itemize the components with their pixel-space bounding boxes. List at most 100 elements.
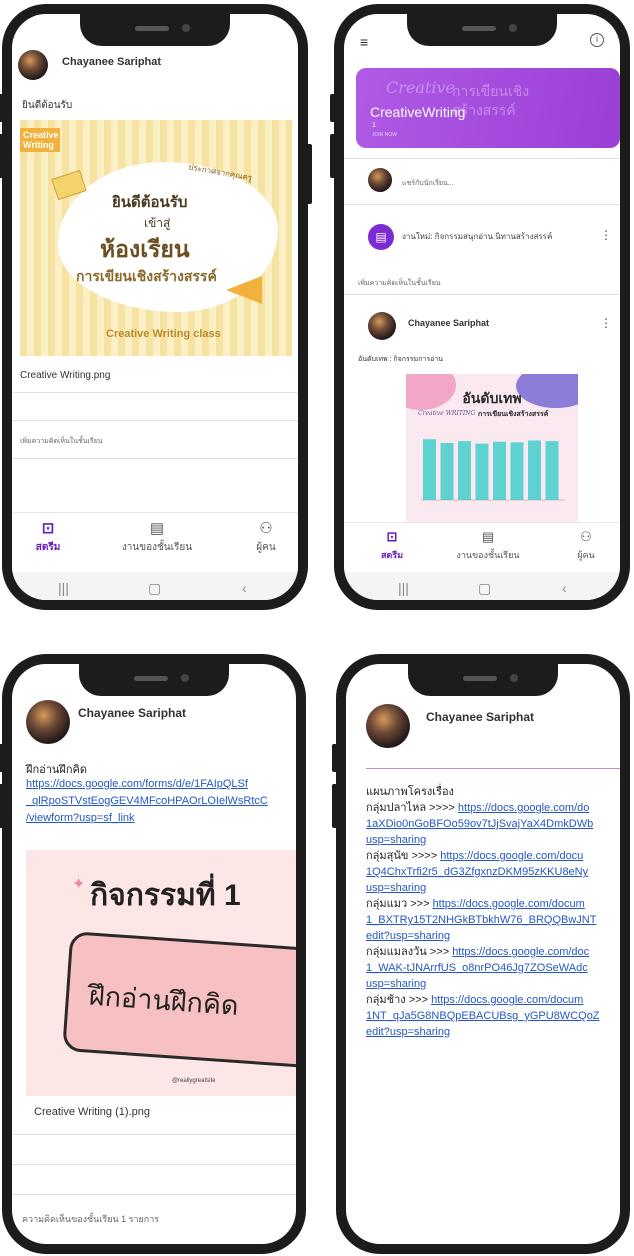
screen-3: Chayanee Sariphat ฝึกอ่านฝึกคิด https://…	[12, 664, 296, 1244]
poster-line-4: การเขียนเชิงสร้างสรรค์	[76, 268, 217, 284]
poster-line-3: ห้องเรียน	[100, 236, 190, 262]
chart-subtitle: การเขียนเชิงสร้างสรรค์	[478, 411, 549, 418]
recents-icon[interactable]: |||	[58, 580, 69, 596]
activity-title: กิจกรรมที่ 1	[90, 879, 241, 912]
assignment-icon: ▤	[368, 224, 394, 250]
chart-title: อันดับเทพ	[462, 390, 522, 406]
chart-bar	[510, 442, 524, 500]
bottom-nav: ⊡ สตรีม ▤ งานของชั้นเรียน ⚇ ผู้คน	[344, 522, 620, 572]
post-heading: แผนภาพโครงเรื่อง	[366, 786, 454, 798]
clipboard-icon: ▤	[149, 520, 165, 537]
people-icon: ⚇	[580, 529, 592, 544]
banner-tag: JOIN NOW	[372, 132, 397, 138]
group-link[interactable]: https://docs.google.com/docum	[431, 994, 583, 1006]
comments-count[interactable]: ความคิดเห็นของชั้นเรียน 1 รายการ	[22, 1212, 159, 1226]
group-link[interactable]: https://docs.google.com/docum	[433, 898, 585, 910]
avatar[interactable]	[18, 50, 48, 80]
activity-card: ฝึกอ่านฝึกคิด	[62, 931, 296, 1069]
avatar[interactable]	[368, 168, 392, 192]
group-label: กลุ่มแมว >>>	[366, 898, 433, 910]
back-icon[interactable]: ‹	[242, 580, 247, 596]
group-label: กลุ่มแมลงวัน >>>	[366, 946, 453, 958]
chart-bar	[528, 440, 541, 500]
post-author: Chayanee Sariphat	[426, 710, 535, 724]
comment-field[interactable]: เพิ่มความคิดเห็นในชั้นเรียน	[20, 436, 103, 447]
assignment-title[interactable]: งานใหม่: กิจกรรมสนุกอ่าน นิทานสร้างสรรค์	[402, 230, 552, 243]
chart-bar	[493, 441, 506, 500]
post-text: อันดับเทพ : กิจกรรมการอ่าน	[358, 356, 443, 363]
attachment-name[interactable]: Creative Writing (1).png	[34, 1106, 150, 1118]
activity-credit: @reallygreatsite	[172, 1078, 216, 1084]
post-image-activity[interactable]: ✦ กิจกรรมที่ 1 ฝึกอ่านฝึกคิด @reallygrea…	[26, 850, 296, 1096]
group-label: กลุ่มปลาไหล >>>>	[366, 802, 458, 814]
phone-frame-4: Chayanee Sariphat แผนภาพโครงเรื่อง กลุ่ม…	[332, 654, 630, 1254]
more-icon[interactable]: ⋮	[600, 316, 612, 330]
nav-classwork[interactable]: ▤ งานของชั้นเรียน	[448, 529, 528, 562]
group-link[interactable]: https://docs.google.com/docu	[440, 850, 583, 862]
add-comment[interactable]: เพิ่มความคิดเห็นในชั้นเรียน	[358, 278, 441, 289]
form-link[interactable]: https://docs.google.com/forms/d/e/1FAIpQ…	[26, 776, 268, 827]
phone-frame-3: Chayanee Sariphat ฝึกอ่านฝึกคิด https://…	[0, 654, 306, 1254]
people-icon: ⚇	[259, 520, 273, 537]
class-number: 1	[372, 122, 376, 129]
group-item: กลุ่มช้าง >>> https://docs.google.com/do…	[366, 992, 600, 1008]
nav-people[interactable]: ⚇ ผู้คน	[244, 521, 288, 555]
screen-2: ≡ i Creative การเขียนเชิงสร้างสรรค์ Crea…	[344, 14, 620, 600]
divider-line	[366, 768, 620, 769]
stream-icon: ⊡	[41, 520, 55, 537]
group-item: กลุ่มปลาไหล >>>> https://docs.google.com…	[366, 800, 600, 816]
group-link[interactable]: usp=sharing	[366, 976, 600, 992]
avatar[interactable]	[366, 704, 410, 748]
nav-stream[interactable]: ⊡ สตรีม	[26, 521, 70, 555]
sparkle-icon: ✦	[72, 876, 86, 893]
chart-bar	[475, 443, 489, 500]
clipboard-icon: ▤	[481, 529, 495, 544]
post-author: Chayanee Sariphat	[78, 706, 187, 720]
group-links: กลุ่มปลาไหล >>>> https://docs.google.com…	[366, 800, 600, 1040]
class-banner[interactable]: Creative การเขียนเชิงสร้างสรรค์ Creative…	[356, 68, 620, 148]
nav-stream[interactable]: ⊡ สตรีม	[372, 529, 412, 562]
group-link[interactable]: edit?usp=sharing	[366, 928, 600, 944]
group-link[interactable]: https://docs.google.com/do	[458, 802, 589, 814]
banner-thai: การเขียนเชิงสร้างสรรค์	[452, 83, 530, 118]
recents-icon[interactable]: |||	[398, 580, 409, 596]
activity-card-text: ฝึกอ่านฝึกคิด	[88, 980, 240, 1021]
poster-line-2: เข้าสู่	[144, 216, 171, 230]
screen-4: Chayanee Sariphat แผนภาพโครงเรื่อง กลุ่ม…	[346, 664, 620, 1244]
info-icon[interactable]: i	[590, 33, 604, 47]
chart-script: Creative WRITING	[418, 410, 476, 417]
nav-people[interactable]: ⚇ ผู้คน	[566, 529, 606, 562]
system-nav-bar: ||| ▢ ‹	[12, 572, 298, 600]
post-body: แผนภาพโครงเรื่อง กลุ่มปลาไหล >>>> https:…	[366, 784, 600, 1040]
group-label: กลุ่มสุนัข >>>>	[366, 850, 441, 862]
post-text: ยินดีต้อนรับ	[22, 100, 73, 111]
back-icon[interactable]: ‹	[562, 580, 567, 596]
avatar[interactable]	[26, 700, 70, 744]
more-icon[interactable]: ⋮	[600, 228, 612, 242]
post-author: Chayanee Sariphat	[408, 318, 490, 328]
nav-classwork[interactable]: ▤ งานของชั้นเรียน	[112, 521, 202, 555]
chart-bar	[423, 439, 436, 500]
chart-bar	[458, 441, 471, 500]
home-icon[interactable]: ▢	[478, 580, 491, 597]
home-icon[interactable]: ▢	[148, 580, 161, 597]
group-link[interactable]: 1aXDio0nGoBFOo59ov7tJjSvajYaX4DmkDWb	[366, 816, 600, 832]
ranking-bar-chart	[421, 439, 565, 501]
group-link[interactable]: https://docs.google.com/doc	[452, 946, 589, 958]
group-item: กลุ่มสุนัข >>>> https://docs.google.com/…	[366, 848, 600, 864]
menu-icon[interactable]: ≡	[360, 34, 368, 50]
post-image-ranking[interactable]: อันดับเทพ Creative WRITING การเขียนเชิงส…	[406, 374, 578, 522]
group-link[interactable]: usp=sharing	[366, 880, 600, 896]
attachment-name[interactable]: Creative Writing.png	[20, 370, 110, 381]
screen-1: Chayanee Sariphat ยินดีต้อนรับ Creative …	[12, 14, 298, 600]
avatar[interactable]	[368, 312, 396, 340]
group-link[interactable]: 1NT_qJa5G8NBQpEBACUBsg_yGPU8WCQoZ	[366, 1008, 600, 1024]
group-link[interactable]: 1Q4ChxTrfi2r5_dG3ZfgxnzDKM95zKKU8eNy	[366, 864, 600, 880]
group-link[interactable]: usp=sharing	[366, 832, 600, 848]
group-link[interactable]: 1_WAK-tJNArrfUS_o8nrPO46Jg7ZOSeWAdc	[366, 960, 600, 976]
share-prompt[interactable]: แชร์กับนักเรียน...	[402, 178, 454, 189]
post-image-welcome[interactable]: Creative Writing ประกาศจากคุณครู ยินดีต้…	[20, 120, 292, 356]
bottom-nav: ⊡ สตรีม ▤ งานของชั้นเรียน ⚇ ผู้คน	[12, 512, 298, 572]
group-link[interactable]: 1_BXTRy15T2NHGkBTbkhW76_BRQQBwJNT	[366, 912, 600, 928]
group-link[interactable]: edit?usp=sharing	[366, 1024, 600, 1040]
